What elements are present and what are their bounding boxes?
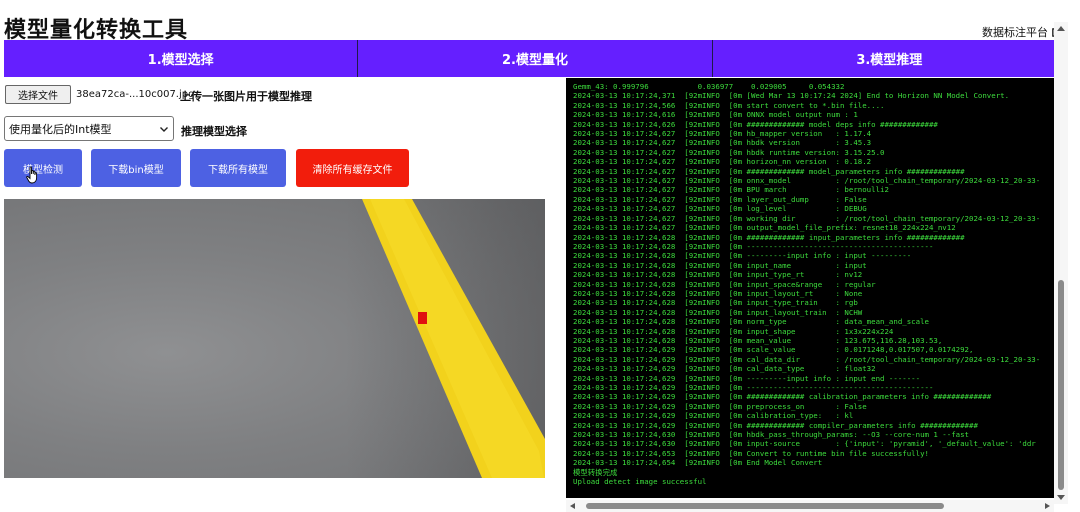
log-line: 2024-03-13 10:17:24,626 [92mINFO [0m ###… bbox=[573, 119, 938, 129]
hand-pointer-icon bbox=[26, 166, 38, 184]
log-line: 2024-03-13 10:17:24,628 [92mINFO [0m ###… bbox=[573, 232, 965, 242]
download-all-button[interactable]: 下载所有模型 bbox=[190, 149, 286, 187]
log-line: 2024-03-13 10:17:24,628 [92mINFO [0m inp… bbox=[573, 326, 894, 336]
detection-marker bbox=[418, 312, 427, 324]
vertical-scrollbar[interactable] bbox=[1054, 22, 1068, 504]
log-line: 2024-03-13 10:17:24,627 [92mINFO [0m hbd… bbox=[573, 147, 885, 157]
inference-model-label: 推理模型选择 bbox=[181, 125, 247, 138]
log-line: 2024-03-13 10:17:24,629 [92mINFO [0m cal… bbox=[573, 411, 854, 421]
log-line: 2024-03-13 10:17:24,629 [92mINFO [0m cal… bbox=[573, 364, 876, 374]
log-line: 2024-03-13 10:17:24,628 [92mINFO [0m inp… bbox=[573, 307, 863, 317]
selected-file-name: 38ea72ca-...10c007.jpg bbox=[76, 89, 195, 100]
log-line: 2024-03-13 10:17:24,628 [92mINFO [0m mea… bbox=[573, 335, 943, 345]
log-line: 2024-03-13 10:17:24,628 [92mINFO [0m inp… bbox=[573, 260, 867, 270]
tab-model-quantize[interactable]: 2.模型量化 bbox=[358, 40, 713, 77]
log-line: 2024-03-13 10:17:24,616 [92mINFO [0m ONN… bbox=[573, 110, 858, 120]
log-line: Gemm_43: 0.999796 0.036977 0.029005 0.05… bbox=[573, 82, 845, 91]
log-line: 2024-03-13 10:17:24,628 [92mINFO [0m inp… bbox=[573, 279, 876, 289]
tab-model-inference[interactable]: 3.模型推理 bbox=[713, 40, 1066, 77]
conversion-log-console[interactable]: Gemm_43: 0.999796 0.036977 0.029005 0.05… bbox=[566, 78, 1054, 498]
horizontal-scroll-thumb[interactable] bbox=[586, 503, 944, 509]
upload-image-label: 上传一张图片用于模型推理 bbox=[180, 90, 312, 103]
log-line: 2024-03-13 10:17:24,654 [92mINFO [0m End… bbox=[573, 458, 823, 468]
log-line: 2024-03-13 10:17:24,371 [92mINFO [0m [We… bbox=[573, 91, 1010, 101]
log-line: 2024-03-13 10:17:24,627 [92mINFO [0m onn… bbox=[573, 176, 1041, 186]
log-line: 2024-03-13 10:17:24,627 [92mINFO [0m hbd… bbox=[573, 138, 872, 148]
log-line: 2024-03-13 10:17:24,627 [92mINFO [0m lay… bbox=[573, 194, 867, 204]
log-line: Upload detect image successful bbox=[573, 477, 707, 487]
selected-model-option: 使用量化后的Int模型 bbox=[9, 122, 112, 136]
chevron-down-icon bbox=[160, 127, 168, 132]
log-line: 2024-03-13 10:17:24,629 [92mINFO [0m cal… bbox=[573, 354, 1041, 364]
scroll-up-arrow-icon[interactable] bbox=[1057, 26, 1065, 31]
log-line: 2024-03-13 10:17:24,628 [92mINFO [0m inp… bbox=[573, 270, 863, 280]
scroll-down-arrow-icon[interactable] bbox=[1057, 495, 1065, 500]
log-line: 2024-03-13 10:17:24,629 [92mINFO [0m ---… bbox=[573, 373, 921, 383]
log-line: 2024-03-13 10:17:24,627 [92mINFO [0m wor… bbox=[573, 213, 1041, 223]
log-line: 2024-03-13 10:17:24,628 [92mINFO [0m ---… bbox=[573, 251, 912, 261]
detection-image-preview bbox=[4, 199, 545, 478]
choose-file-button[interactable]: 选择文件 bbox=[5, 85, 71, 104]
scroll-left-arrow-icon[interactable] bbox=[570, 503, 575, 509]
log-line: 2024-03-13 10:17:24,627 [92mINFO [0m hb_… bbox=[573, 129, 872, 139]
log-line: 2024-03-13 10:17:24,629 [92mINFO [0m ###… bbox=[573, 392, 992, 402]
log-line: 2024-03-13 10:17:24,630 [92mINFO [0m hbd… bbox=[573, 430, 970, 440]
log-line: 2024-03-13 10:17:24,628 [92mINFO [0m ---… bbox=[573, 241, 934, 251]
horizontal-scrollbar[interactable] bbox=[566, 500, 1054, 512]
log-line: 2024-03-13 10:17:24,630 [92mINFO [0m inp… bbox=[573, 439, 1036, 449]
log-line: 2024-03-13 10:17:24,628 [92mINFO [0m inp… bbox=[573, 288, 863, 298]
log-line: 2024-03-13 10:17:24,629 [92mINFO [0m pre… bbox=[573, 401, 867, 411]
vertical-scroll-thumb[interactable] bbox=[1058, 280, 1064, 490]
log-line: 2024-03-13 10:17:24,629 [92mINFO [0m ---… bbox=[573, 383, 934, 392]
log-line: 2024-03-13 10:17:24,566 [92mINFO [0m sta… bbox=[573, 100, 885, 110]
step-tabs: 1.模型选择 2.模型量化 3.模型推理 bbox=[4, 40, 1066, 77]
log-line: 2024-03-13 10:17:24,628 [92mINFO [0m inp… bbox=[573, 298, 858, 308]
log-line: 2024-03-13 10:17:24,653 [92mINFO [0m Con… bbox=[573, 448, 929, 458]
scroll-right-arrow-icon[interactable] bbox=[1045, 503, 1050, 509]
log-line: 2024-03-13 10:17:24,629 [92mINFO [0m ###… bbox=[573, 420, 978, 430]
log-line: 2024-03-13 10:17:24,627 [92mINFO [0m log… bbox=[573, 204, 867, 214]
tab-model-select[interactable]: 1.模型选择 bbox=[4, 40, 359, 77]
log-line: 2024-03-13 10:17:24,627 [92mINFO [0m BPU… bbox=[573, 185, 889, 195]
log-line: 2024-03-13 10:17:24,627 [92mINFO [0m out… bbox=[573, 223, 956, 233]
log-line: 2024-03-13 10:17:24,627 [92mINFO [0m ###… bbox=[573, 166, 965, 176]
clear-cache-button[interactable]: 清除所有缓存文件 bbox=[296, 149, 409, 187]
log-line: 2024-03-13 10:17:24,628 [92mINFO [0m nor… bbox=[573, 317, 929, 327]
log-line: 模型转换完成 bbox=[573, 467, 618, 477]
log-line: 2024-03-13 10:17:24,627 [92mINFO [0m hor… bbox=[573, 157, 872, 167]
model-detect-button[interactable]: 模型检测 bbox=[4, 149, 82, 187]
download-bin-button[interactable]: 下载bin模型 bbox=[91, 149, 181, 187]
inference-model-select[interactable]: 使用量化后的Int模型 bbox=[4, 116, 174, 141]
annotation-platform-label: 数据标注平台 bbox=[982, 26, 1048, 39]
yellow-lane-line bbox=[362, 199, 545, 478]
log-line: 2024-03-13 10:17:24,629 [92mINFO [0m sca… bbox=[573, 345, 974, 355]
annotation-platform-link[interactable]: 数据标注平台 bbox=[982, 24, 1062, 40]
